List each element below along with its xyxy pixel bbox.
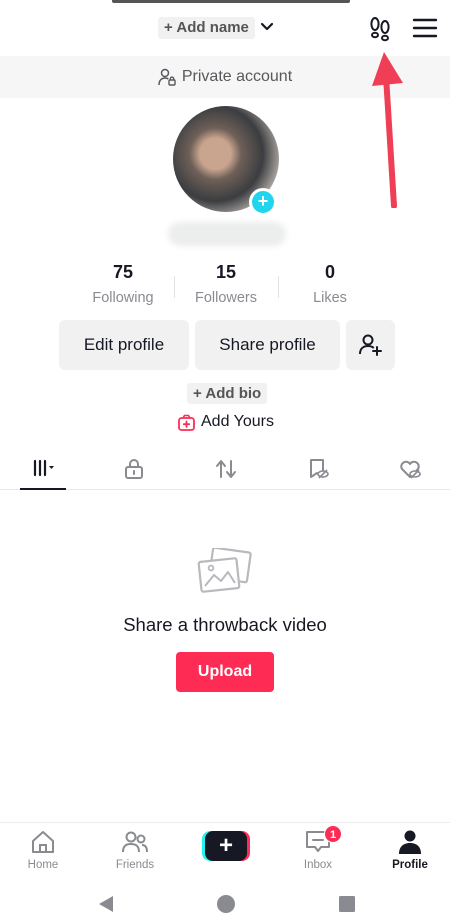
videos-grid-icon	[33, 459, 54, 477]
username-blurred	[168, 222, 286, 246]
tab-favorites[interactable]	[295, 448, 341, 490]
nav-home-label: Home	[27, 859, 59, 871]
add-friend-button[interactable]	[346, 320, 395, 370]
following-count: 75	[112, 262, 134, 282]
add-yours-button[interactable]: Add Yours	[178, 411, 274, 433]
followers-count: 15	[215, 262, 237, 282]
add-yours-icon	[178, 414, 195, 431]
empty-state-message: Share a throwback video	[123, 614, 327, 635]
tab-liked[interactable]	[387, 448, 433, 490]
chevron-down-icon[interactable]	[258, 18, 276, 36]
share-profile-button[interactable]: Share profile	[195, 320, 340, 370]
friends-icon	[122, 831, 148, 853]
empty-state: Share a throwback video Upload	[0, 548, 450, 692]
nav-inbox[interactable]: 1 Inbox	[278, 825, 358, 871]
add-name-button[interactable]: + Add name	[158, 17, 255, 39]
red-arrow-annotation	[372, 52, 403, 208]
liked-hidden-icon	[400, 460, 421, 479]
favorites-hidden-icon	[310, 459, 329, 479]
profile-tabs	[0, 448, 450, 490]
repost-icon	[216, 460, 236, 478]
stat-divider	[174, 276, 175, 298]
nav-friends-label: Friends	[115, 859, 155, 871]
following-label: Following	[92, 290, 154, 306]
add-friend-icon	[358, 334, 382, 356]
inbox-badge: 1	[324, 825, 342, 843]
nav-home[interactable]: Home	[3, 829, 83, 871]
tab-reposts[interactable]	[203, 448, 249, 490]
edit-profile-button[interactable]: Edit profile	[59, 320, 189, 370]
lock-icon	[125, 459, 143, 479]
stat-divider	[278, 276, 279, 298]
nav-profile-label: Profile	[392, 859, 428, 871]
private-account-label: Private account	[181, 68, 293, 85]
followers-label: Followers	[194, 290, 258, 306]
bottom-nav: Home Friends + 1 Inbox Profile	[0, 822, 450, 878]
plus-icon: +	[205, 831, 247, 861]
likes-count: 0	[324, 262, 335, 282]
photos-icon	[197, 548, 252, 593]
stat-following[interactable]: 75 Following	[73, 262, 173, 306]
lock-person-icon	[158, 68, 176, 86]
nav-inbox-label: Inbox	[303, 859, 333, 871]
add-yours-label: Add Yours	[201, 413, 274, 430]
back-icon[interactable]	[96, 894, 116, 914]
stat-followers[interactable]: 15 Followers	[176, 262, 276, 306]
nav-friends[interactable]: Friends	[95, 829, 175, 871]
add-bio-button[interactable]: + Add bio	[187, 383, 268, 404]
home-circle-icon[interactable]	[216, 894, 236, 914]
hamburger-menu-icon[interactable]	[412, 16, 438, 40]
avatar-container[interactable]: +	[173, 106, 281, 216]
footprints-icon[interactable]	[366, 14, 394, 42]
tab-videos[interactable]	[20, 448, 66, 490]
create-button[interactable]: +	[202, 831, 250, 861]
upload-button[interactable]: Upload	[176, 652, 274, 692]
add-avatar-button[interactable]: +	[249, 188, 277, 216]
stat-likes[interactable]: 0 Likes	[280, 262, 380, 306]
recents-icon[interactable]	[337, 894, 357, 914]
profile-stats: 75 Following 15 Followers 0 Likes	[0, 262, 450, 312]
profile-icon	[399, 830, 421, 854]
tab-private[interactable]	[111, 448, 157, 490]
likes-label: Likes	[313, 290, 347, 306]
home-icon	[32, 831, 54, 853]
system-nav-bar	[0, 880, 450, 924]
profile-actions: Edit profile Share profile	[0, 320, 450, 370]
nav-profile[interactable]: Profile	[370, 829, 450, 871]
